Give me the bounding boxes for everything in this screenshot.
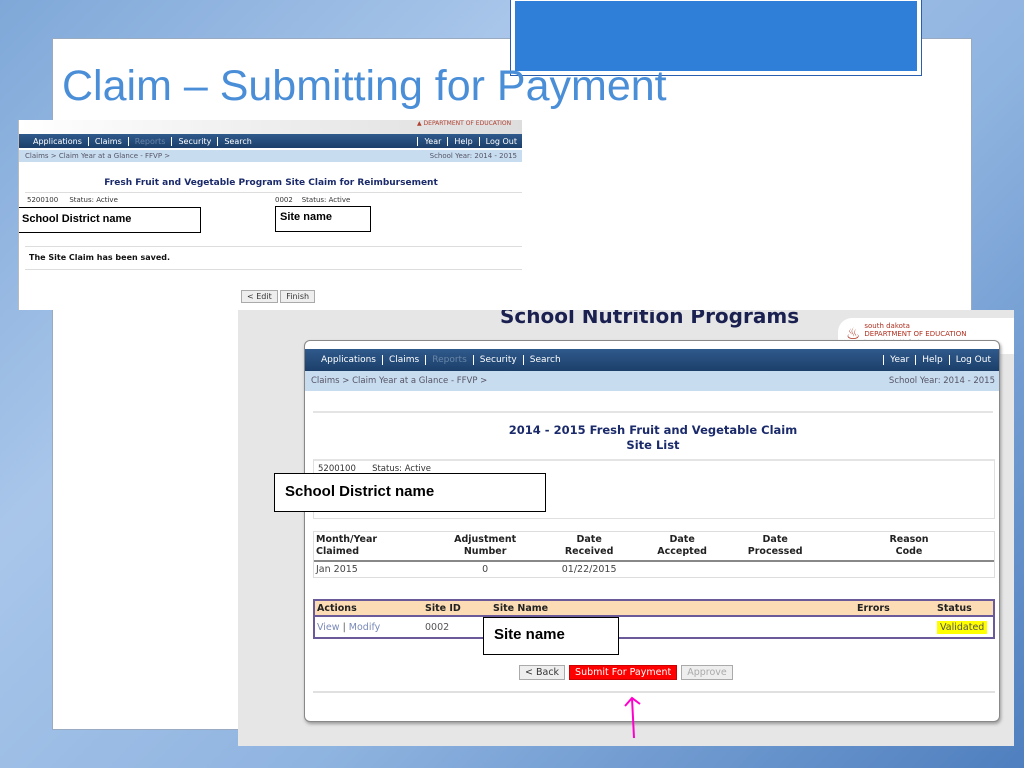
nav-applications[interactable]: Applications	[315, 355, 383, 365]
nav-security[interactable]: Security	[172, 136, 219, 146]
arrow-annotation-icon	[624, 696, 641, 739]
modify-link[interactable]: Modify	[349, 622, 380, 633]
nav-reports[interactable]: Reports	[129, 136, 173, 146]
school-year: School Year: 2014 - 2015	[888, 376, 995, 386]
slide-title: Claim – Submitting for Payment	[62, 62, 667, 110]
col-date-processed: Date Processed	[747, 534, 803, 557]
saved-message: The Site Claim has been saved.	[25, 246, 522, 270]
col-adjustment: Adjustment Number	[454, 534, 517, 557]
nav-security[interactable]: Security	[474, 355, 524, 365]
nav-year[interactable]: Year	[417, 136, 449, 146]
school-year: School Year: 2014 - 2015	[429, 152, 517, 160]
app-title: School Nutrition Programs	[500, 310, 800, 328]
col-date-received: Date Received	[564, 534, 614, 557]
table-row: Jan 2015 0 01/22/2015	[316, 564, 617, 575]
nav-search[interactable]: Search	[218, 137, 257, 146]
table-row: View | Modify 0002 Validated	[315, 616, 993, 637]
page-heading: 2014 - 2015 Fresh Fruit and Vegetable Cl…	[508, 423, 798, 437]
district-id: 5200100	[27, 196, 59, 204]
nav-logout[interactable]: Log Out	[480, 137, 522, 146]
site-table: Actions Site ID Site Name Errors Status …	[315, 601, 993, 637]
logo: ▲ DEPARTMENT OF EDUCATION	[417, 120, 512, 127]
col-date-accepted: Date Accepted	[657, 534, 707, 557]
page-subheading: Site List	[626, 438, 680, 452]
nav-logout[interactable]: Log Out	[950, 355, 999, 365]
screenshot-site-claim-saved: ▲ DEPARTMENT OF EDUCATION Applications C…	[18, 120, 522, 310]
claim-table: Month/Year Claimed Adjustment Number Date R…	[314, 532, 994, 577]
site-id: 0002	[275, 196, 293, 204]
nav-claims[interactable]: Claims	[383, 355, 427, 365]
nav-help[interactable]: Help	[448, 136, 480, 146]
nav-bar: Applications Claims Reports Security Sea…	[305, 349, 999, 371]
district-name-callout: School District name	[274, 473, 546, 512]
site-name-callout: Site name	[275, 206, 371, 232]
nav-search[interactable]: Search	[524, 355, 567, 365]
col-month-year: Month/Year Claimed	[316, 534, 378, 557]
view-link[interactable]: View	[317, 622, 340, 633]
edit-button[interactable]: < Edit	[241, 290, 278, 303]
district-status: Status: Active	[69, 196, 118, 204]
back-button[interactable]: < Back	[519, 665, 566, 680]
site-name-callout: Site name	[483, 617, 619, 655]
col-reason-code: Reason Code	[889, 534, 929, 557]
breadcrumb[interactable]: Claims > Claim Year at a Glance - FFVP >	[25, 152, 170, 160]
finish-button[interactable]: Finish	[280, 290, 316, 303]
breadcrumb[interactable]: Claims > Claim Year at a Glance - FFVP >	[311, 376, 487, 386]
nav-applications[interactable]: Applications	[27, 136, 89, 146]
submit-for-payment-button[interactable]: Submit For Payment	[569, 665, 678, 680]
district-name-callout: School District name	[19, 207, 201, 233]
nav-bar: Applications Claims Reports Security Sea…	[19, 134, 522, 148]
nav-claims[interactable]: Claims	[89, 136, 129, 146]
nav-reports[interactable]: Reports	[426, 355, 474, 365]
status-badge: Validated	[937, 620, 988, 634]
page-heading: Fresh Fruit and Vegetable Program Site C…	[104, 178, 438, 188]
nav-help[interactable]: Help	[916, 355, 950, 365]
approve-button[interactable]: Approve	[681, 665, 733, 680]
nav-year[interactable]: Year	[883, 355, 917, 365]
site-status: Status: Active	[301, 196, 351, 204]
app-window: Applications Claims Reports Security Sea…	[304, 340, 1000, 722]
screenshot-site-list: School Nutrition Programs ♨ south dakota…	[238, 310, 1014, 746]
